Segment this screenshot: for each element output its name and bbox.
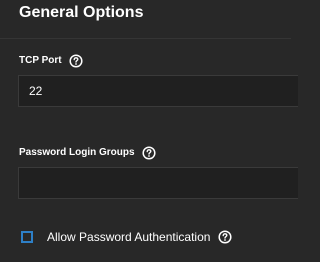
allow-password-auth-help-icon[interactable] — [218, 230, 232, 244]
allow-password-auth-checkbox[interactable] — [21, 231, 33, 243]
password-login-groups-label: Password Login Groups — [19, 147, 135, 158]
tcp-port-input[interactable] — [18, 75, 298, 107]
password-login-groups-input[interactable] — [18, 167, 298, 199]
section-title: General Options — [19, 4, 144, 21]
tcp-port-help-icon[interactable] — [69, 54, 83, 68]
tcp-port-label: TCP Port — [19, 55, 62, 66]
password-login-groups-help-icon[interactable] — [142, 146, 156, 160]
allow-password-auth-label[interactable]: Allow Password Authentication — [47, 230, 210, 244]
tcp-port-label-row: TCP Port — [19, 54, 83, 68]
password-login-groups-label-row: Password Login Groups — [19, 146, 156, 160]
section-divider — [0, 38, 291, 39]
allow-password-auth-row: Allow Password Authentication — [21, 230, 232, 244]
